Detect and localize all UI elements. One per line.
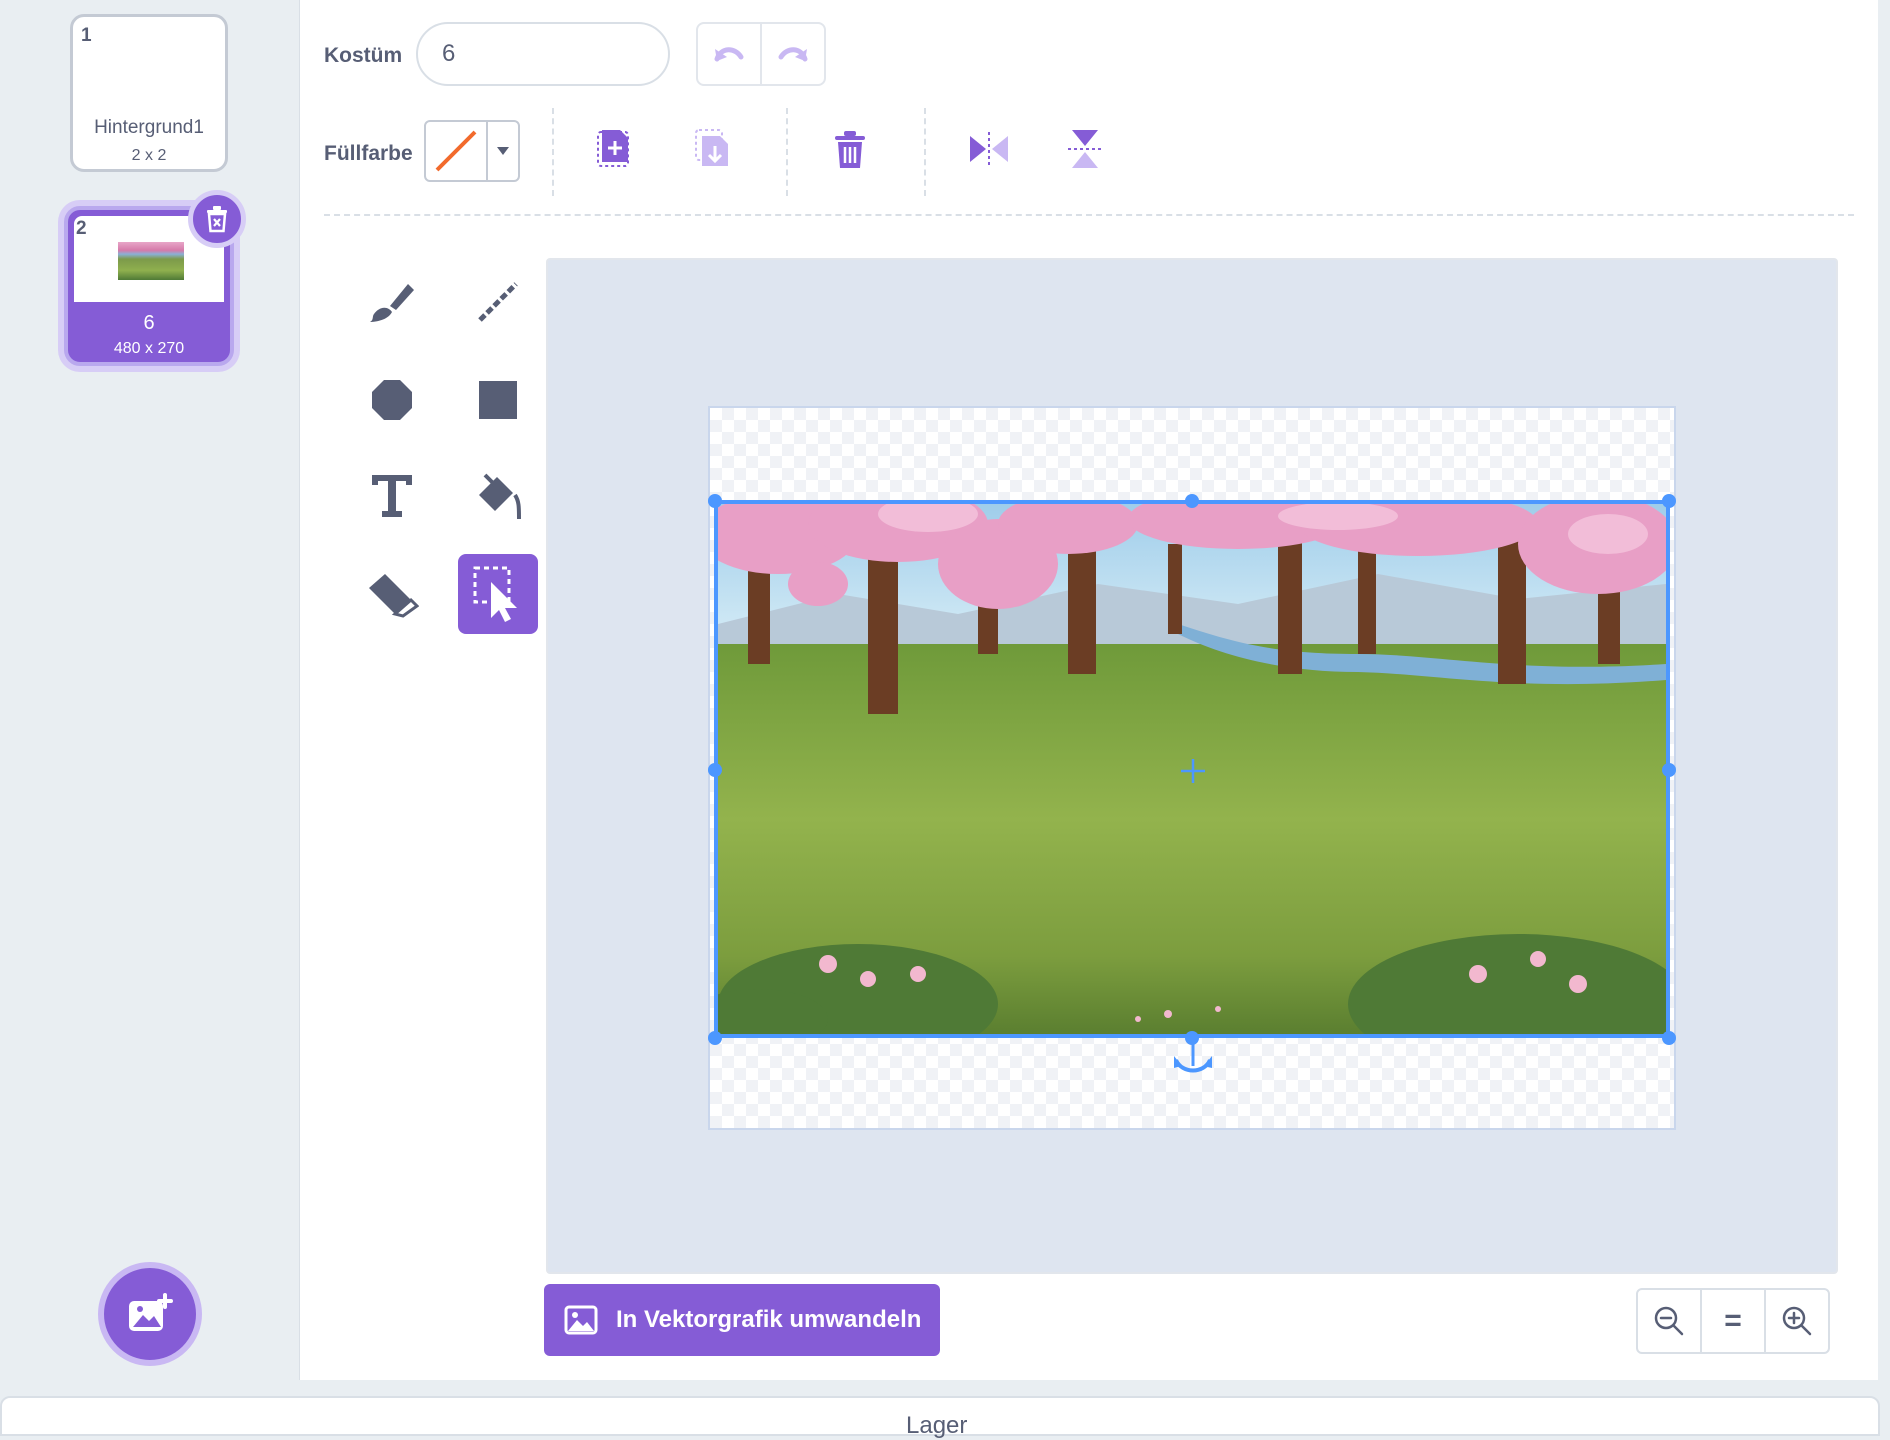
eraser-tool[interactable] (352, 554, 432, 634)
line-icon (478, 282, 518, 322)
rotate-handle-icon[interactable] (1172, 1038, 1214, 1078)
undo-button[interactable] (698, 24, 762, 84)
zoom-out-icon (1654, 1306, 1684, 1336)
costume-size: 2 x 2 (131, 147, 167, 164)
costume-name: Hintergrund1 (94, 117, 204, 138)
costume-thumbnail (118, 242, 184, 280)
costume-list: 1 Hintergrund1 2 x 2 2 6 480 x 270 (0, 0, 300, 1380)
zoom-controls: = (1636, 1288, 1830, 1354)
add-costume-button[interactable] (98, 1262, 202, 1366)
resize-handle[interactable] (1662, 763, 1676, 777)
chevron-down-icon (497, 147, 509, 155)
costume-label: Kostüm (324, 44, 403, 67)
resize-handle[interactable] (708, 1031, 722, 1045)
costume-item-1[interactable]: 1 Hintergrund1 2 x 2 (70, 14, 228, 172)
brush-icon (370, 284, 414, 322)
resize-handle[interactable] (1185, 494, 1199, 508)
flip-horizontal-icon (970, 132, 1008, 166)
flip-horizontal-button[interactable] (968, 132, 1010, 166)
copy-icon (597, 130, 629, 167)
costume-number: 1 (81, 25, 92, 46)
text-tool[interactable] (352, 456, 432, 536)
circle-tool[interactable] (352, 360, 432, 440)
backpack-bar[interactable]: Lager (0, 1396, 1880, 1439)
costume-name: 6 (143, 312, 155, 334)
fill-color-dropdown[interactable] (488, 122, 518, 180)
toolbar-divider (552, 108, 554, 196)
paint-bucket-icon (479, 473, 521, 520)
zoom-in-button[interactable] (1764, 1290, 1828, 1352)
undo-icon (714, 47, 744, 62)
convert-to-vector-button[interactable]: In Vektorgrafik umwandeln (544, 1284, 940, 1356)
flip-vertical-button[interactable] (1068, 128, 1102, 170)
brush-tool[interactable] (352, 262, 432, 342)
eraser-icon (369, 574, 419, 618)
resize-handle[interactable] (708, 763, 722, 777)
costume-number: 2 (76, 218, 87, 239)
drawing-canvas[interactable] (688, 406, 1688, 1130)
costume-size: 480 x 270 (113, 340, 185, 357)
fill-color-label: Füllfarbe (324, 142, 413, 165)
delete-button[interactable] (832, 130, 868, 170)
undo-redo-group (696, 22, 826, 86)
fill-color-swatch[interactable] (426, 122, 488, 180)
resize-handle[interactable] (708, 494, 722, 508)
rectangle-tool[interactable] (458, 360, 538, 440)
toolbar-separator (324, 214, 1854, 216)
canvas-area[interactable] (546, 258, 1838, 1274)
delete-costume-button[interactable] (188, 190, 246, 248)
backpack-label: Lager (906, 1412, 968, 1439)
trash-icon (207, 206, 227, 233)
fill-tool[interactable] (458, 456, 538, 536)
text-icon (372, 475, 412, 517)
zoom-out-button[interactable] (1638, 1290, 1700, 1352)
toolbar-divider (786, 108, 788, 196)
zoom-reset-label: = (1724, 1304, 1742, 1337)
circle-icon (372, 380, 412, 420)
paint-editor: Kostüm Füllfarbe (300, 0, 1878, 1380)
select-icon (473, 566, 517, 622)
redo-button[interactable] (762, 24, 824, 84)
select-tool[interactable] (458, 554, 538, 634)
add-image-icon (129, 1293, 173, 1331)
toolbar-divider (924, 108, 926, 196)
copy-button[interactable] (596, 128, 632, 168)
paste-icon (695, 129, 728, 166)
redo-icon (778, 47, 808, 62)
line-tool[interactable] (458, 262, 538, 342)
paste-button[interactable] (694, 128, 730, 168)
image-icon (564, 1305, 598, 1335)
convert-to-vector-label: In Vektorgrafik umwandeln (616, 1306, 922, 1333)
fill-color-picker[interactable] (424, 120, 520, 182)
trash-icon (835, 131, 865, 168)
rectangle-icon (479, 381, 517, 419)
center-crosshair-icon (1181, 759, 1205, 783)
resize-handle[interactable] (1662, 494, 1676, 508)
zoom-in-icon (1782, 1306, 1812, 1336)
resize-handle[interactable] (1662, 1031, 1676, 1045)
no-fill-icon (435, 130, 477, 172)
zoom-reset-button[interactable]: = (1700, 1290, 1764, 1352)
costume-name-input[interactable] (416, 22, 670, 86)
flip-vertical-icon (1068, 130, 1102, 168)
